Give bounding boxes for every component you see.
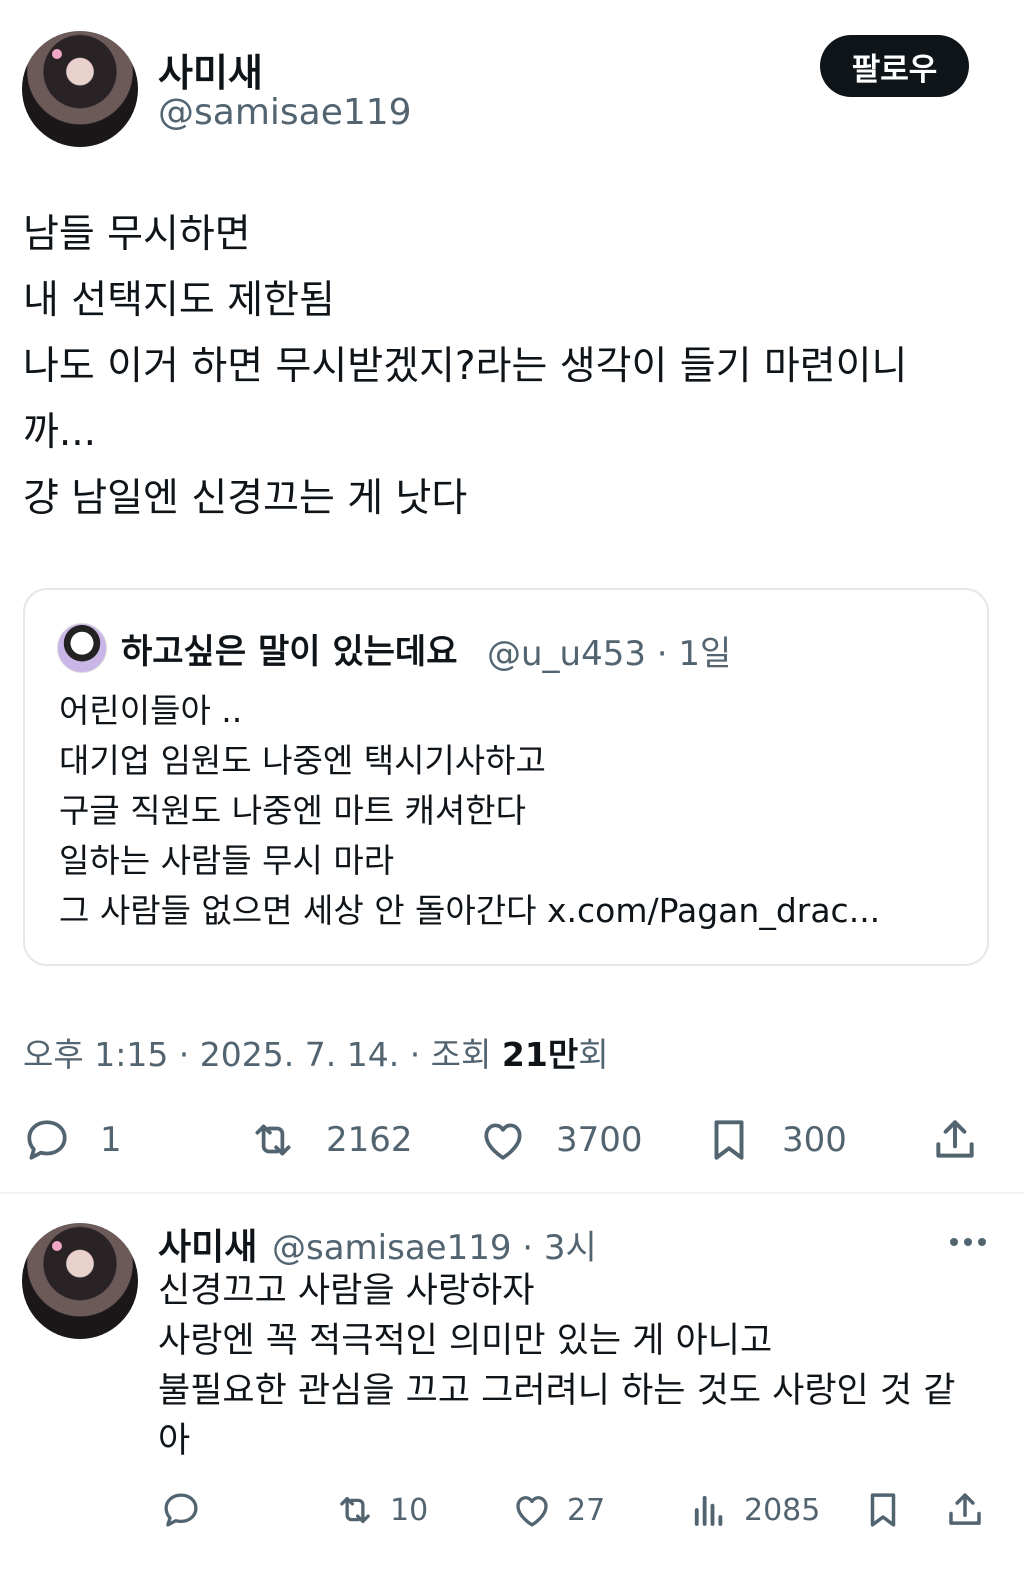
reply-line: 불필요한 관심을 끄고 그러려니 하는 것도 사랑인 것 같	[158, 1371, 956, 1411]
reply-view-count: 2085	[744, 1492, 821, 1528]
tweet-line: 남들 무시하면	[23, 212, 251, 257]
reply-retweet-count: 10	[390, 1492, 429, 1528]
heart-icon	[516, 1496, 548, 1527]
quoted-author-name: 하고싶은 말이 있는데요	[121, 632, 458, 672]
reply-author-avatar[interactable]	[22, 1223, 138, 1339]
reply-icon	[164, 1493, 198, 1527]
more-icon[interactable]	[948, 1236, 988, 1248]
views-icon	[694, 1495, 723, 1526]
quoted-author-handle-time: @u_u453 · 1일	[487, 634, 732, 674]
quoted-author-avatar	[57, 623, 107, 673]
divider	[0, 1192, 1024, 1194]
reply-like-button[interactable]: 27	[511, 1485, 605, 1535]
author-avatar[interactable]	[22, 31, 138, 147]
author-handle[interactable]: @samisae119	[158, 92, 412, 133]
quoted-line: 대기업 임원도 나중엔 택시기사하고	[59, 741, 546, 780]
reply-author-handle-time[interactable]: @samisae119 · 3시	[272, 1220, 597, 1269]
quoted-line: 구글 직원도 나중엔 마트 캐셔한다	[59, 791, 526, 830]
share-icon	[949, 1493, 981, 1525]
bookmark-icon	[714, 1120, 744, 1160]
tweet-text: 남들 무시하면 내 선택지도 제한됨 나도 이거 하면 무시받겠지?라는 생각이…	[23, 202, 983, 532]
reply-views-button[interactable]: 2085	[688, 1485, 820, 1535]
bookmark-button[interactable]: 300	[704, 1110, 847, 1170]
quoted-line: 그 사람들 없으면 세상 안 돌아간다 x.com/Pagan_drac...	[59, 891, 881, 930]
reply-count: 1	[100, 1120, 122, 1160]
tweet-line: 걍 남일엔 신경끄는 게 낫다	[23, 476, 468, 521]
bookmark-count: 300	[782, 1120, 847, 1160]
quoted-line: 일하는 사람들 무시 마라	[59, 841, 395, 880]
view-suffix: 회	[578, 1035, 609, 1074]
retweet-button[interactable]: 2162	[248, 1110, 413, 1170]
retweet-icon	[255, 1124, 291, 1156]
reply-tweet-text: 신경끄고 사람을 사랑하자 사랑엔 꼭 적극적인 의미만 있는 게 아니고 불필…	[158, 1266, 1008, 1466]
tweet-line: 내 선택지도 제한됨	[23, 278, 335, 323]
heart-icon	[484, 1123, 522, 1160]
retweet-icon	[340, 1496, 370, 1524]
bookmark-icon	[870, 1493, 896, 1527]
reply-line: 아	[158, 1421, 191, 1461]
author-name[interactable]: 사미새	[158, 42, 263, 97]
reply-like-count: 27	[567, 1492, 606, 1528]
reply-line: 신경끄고 사람을 사랑하자	[158, 1271, 535, 1311]
like-button[interactable]: 3700	[478, 1110, 643, 1170]
tweet-line: 나도 이거 하면 무시받겠지?라는 생각이 들기 마련이니	[23, 344, 908, 389]
quoted-tweet-text: 어린이들아 .. 대기업 임원도 나중엔 택시기사하고 구글 직원도 나중엔 마…	[59, 686, 979, 936]
reply-icon	[27, 1120, 67, 1160]
tweet-actions: 1 2162 3700 300	[0, 1110, 1024, 1170]
quoted-line: 어린이들아 ..	[59, 691, 243, 730]
tweet-line: 까...	[23, 410, 97, 455]
reply-reply-button[interactable]	[160, 1485, 202, 1535]
share-button[interactable]	[930, 1110, 980, 1170]
retweet-count: 2162	[326, 1120, 413, 1160]
reply-author-name[interactable]: 사미새	[158, 1218, 257, 1270]
reply-bookmark-button[interactable]	[862, 1485, 904, 1535]
reply-tweet-actions: 10 27 2085	[0, 1485, 1024, 1535]
tweet-timestamp: 오후 1:15 · 2025. 7. 14. · 조회	[23, 1035, 502, 1074]
view-count: 21만	[501, 1035, 579, 1074]
share-icon	[936, 1120, 974, 1158]
like-count: 3700	[556, 1120, 643, 1160]
reply-share-button[interactable]	[944, 1485, 986, 1535]
tweet-meta: 오후 1:15 · 2025. 7. 14. · 조회 21만회	[23, 1028, 609, 1076]
follow-button[interactable]: 팔로우	[820, 35, 969, 97]
quoted-tweet-card[interactable]: 하고싶은 말이 있는데요 @u_u453 · 1일 어린이들아 .. 대기업 임…	[23, 588, 989, 966]
reply-line: 사랑엔 꼭 적극적인 의미만 있는 게 아니고	[158, 1321, 773, 1361]
reply-button[interactable]: 1	[22, 1110, 122, 1170]
reply-retweet-button[interactable]: 10	[334, 1485, 428, 1535]
